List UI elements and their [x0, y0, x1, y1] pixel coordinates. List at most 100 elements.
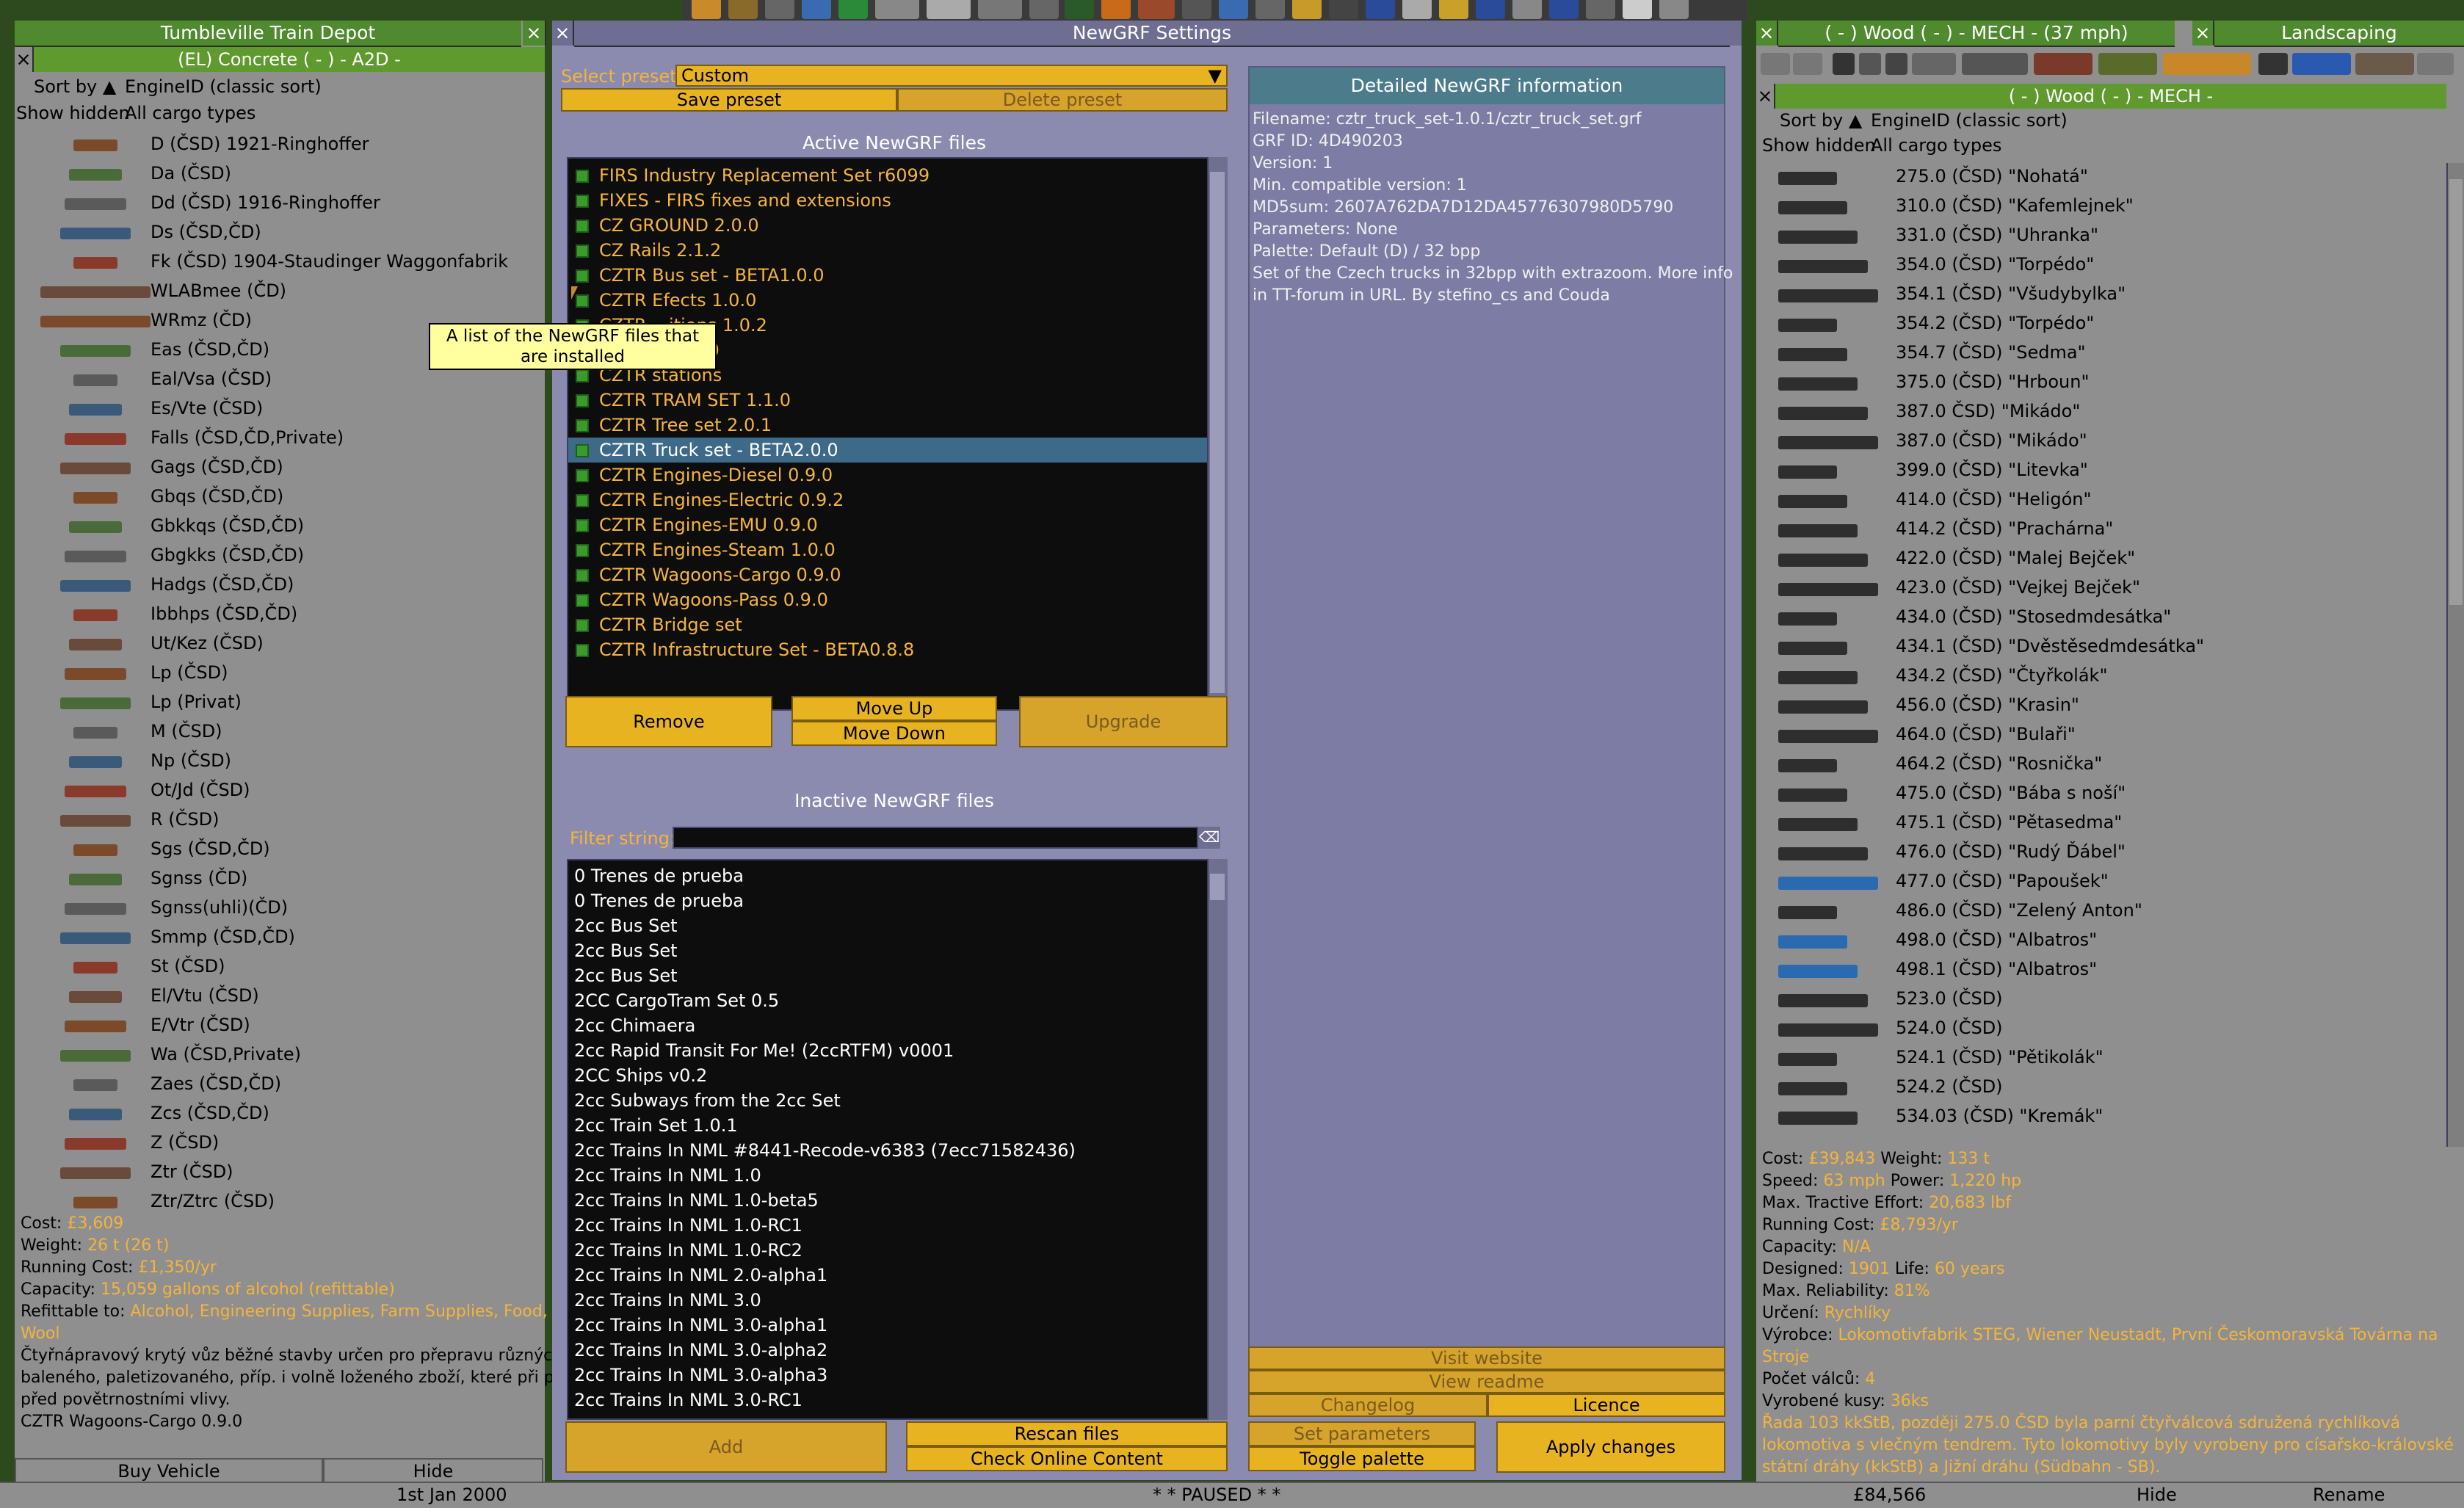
- depot-vehicle-row[interactable]: Ut/Kez (ČSD): [15, 630, 545, 659]
- depot-title[interactable]: Tumbleville Train Depot: [15, 21, 521, 47]
- engine-row[interactable]: 354.0 (ČSD) "Torpédo": [1756, 251, 2446, 280]
- depot-vehicle-row[interactable]: R (ČSD): [15, 806, 545, 835]
- depot-vehicle-row[interactable]: Gbgkks (ČSD,ČD): [15, 542, 545, 571]
- status-hide-button[interactable]: Hide: [2137, 1485, 2177, 1505]
- active-grf-item[interactable]: CZ GROUND 2.0.0: [568, 213, 1211, 238]
- depot-vehicle-row[interactable]: Sgnss(uhli)(ČD): [15, 894, 545, 924]
- move-up-button[interactable]: Move Up: [791, 696, 997, 721]
- engine-row[interactable]: 354.1 (ČSD) "Všudybylka": [1756, 280, 2446, 310]
- active-grf-item[interactable]: CZTR Engines-Diesel 0.9.0: [568, 463, 1211, 487]
- toolbar-icon[interactable]: [765, 0, 794, 19]
- engine-show-hidden[interactable]: Show hidden: [1762, 135, 1876, 156]
- active-grf-item[interactable]: CZTR Engines-EMU 0.9.0: [568, 512, 1211, 537]
- engine-row[interactable]: 476.0 (ČSD) "Rudý Ďábel": [1756, 838, 2446, 868]
- engine-row[interactable]: 524.1 (ČSD) "Pětikolák": [1756, 1044, 2446, 1073]
- tool-icon[interactable]: [1885, 53, 1907, 75]
- tool-icon[interactable]: [1962, 53, 2028, 75]
- view-readme-button[interactable]: View readme: [1248, 1370, 1725, 1393]
- toolbar-icon[interactable]: [1366, 0, 1395, 19]
- depot-vehicle-row[interactable]: Wa (ČSD,Private): [15, 1041, 545, 1070]
- toolbar-icon[interactable]: [1439, 0, 1468, 19]
- inactive-grf-item[interactable]: 2cc Trains In NML 1.0-RC1: [574, 1213, 802, 1238]
- engine-title[interactable]: ( - ) Wood ( - ) - MECH - (37 mph): [1778, 21, 2175, 47]
- inactive-grf-item[interactable]: 2cc Trains In NML 2.0-alpha1: [574, 1263, 827, 1288]
- depot-vehicle-row[interactable]: Zcs (ČSD,ČD): [15, 1100, 545, 1129]
- scrollbar-thumb[interactable]: [1210, 874, 1225, 900]
- toolbar-icon[interactable]: [802, 0, 831, 19]
- engine-row[interactable]: 275.0 (ČSD) "Nohatá": [1756, 163, 2446, 192]
- buy-vehicle-button[interactable]: Buy Vehicle: [15, 1458, 323, 1485]
- depot-vehicle-row[interactable]: Falls (ČSD,ČD,Private): [15, 424, 545, 454]
- depot-vehicle-row[interactable]: Sgs (ČSD,ČD): [15, 835, 545, 865]
- inactive-grf-item[interactable]: 2cc Bus Set: [574, 963, 678, 988]
- inactive-grf-item[interactable]: 2cc Bus Set: [574, 938, 678, 963]
- depot-vehicle-row[interactable]: Smmp (ČSD,ČD): [15, 924, 545, 953]
- engine-list-close-icon[interactable]: ×: [1756, 84, 1775, 109]
- engine-row[interactable]: 475.0 (ČSD) "Bába s noší": [1756, 780, 2446, 809]
- inactive-scrollbar[interactable]: [1207, 859, 1228, 1420]
- depot-vehicle-row[interactable]: Eal/Vsa (ČSD): [15, 366, 545, 395]
- inactive-grf-item[interactable]: 2cc Trains In NML 1.0: [574, 1163, 761, 1188]
- depot-vehicle-row[interactable]: E/Vtr (ČSD): [15, 1012, 545, 1041]
- changelog-button[interactable]: Changelog: [1248, 1393, 1488, 1417]
- active-scrollbar[interactable]: [1207, 157, 1228, 711]
- active-grf-item[interactable]: CZTR Wagoons-Pass 0.9.0: [568, 587, 1211, 612]
- engine-row[interactable]: 434.2 (ČSD) "Čtyřkolák": [1756, 662, 2446, 692]
- active-grf-item[interactable]: CZTR Engines-Electric 0.9.2: [568, 487, 1211, 512]
- inactive-grf-item[interactable]: 2cc Trains In NML 1.0-beta5: [574, 1188, 819, 1213]
- depot-cargo-filter[interactable]: All cargo types: [125, 103, 256, 123]
- depot-vehicle-row[interactable]: Ztr/Ztrc (ČSD): [15, 1188, 545, 1217]
- active-grf-item[interactable]: FIRS Industry Replacement Set r6099: [568, 163, 1211, 188]
- depot-sort-dropdown[interactable]: EngineID (classic sort): [125, 76, 322, 97]
- engine-row[interactable]: 456.0 (ČSD) "Krasin": [1756, 692, 2446, 721]
- active-grf-item[interactable]: FIXES - FIRS fixes and extensions: [568, 188, 1211, 213]
- depot-vehicle-row[interactable]: Gags (ČSD,ČD): [15, 454, 545, 483]
- add-button[interactable]: Add: [565, 1421, 887, 1473]
- inactive-list[interactable]: 0 Trenes de prueba 0 Trenes de prueba 2cc …: [567, 859, 1216, 1420]
- engine-sort-label[interactable]: Sort by ▲: [1780, 110, 1862, 131]
- licence-button[interactable]: Licence: [1488, 1393, 1725, 1417]
- engine-row[interactable]: 434.0 (ČSD) "Stosedmdesátka": [1756, 603, 2446, 633]
- inactive-grf-item[interactable]: 2cc Train Set 1.0.1: [574, 1113, 738, 1138]
- engine-cargo-filter[interactable]: All cargo types: [1871, 135, 2001, 156]
- inactive-grf-item[interactable]: 2CC CargoTram Set 0.5: [574, 988, 779, 1013]
- depot-vehicle-row[interactable]: M (ČSD): [15, 718, 545, 747]
- toolbar-icon[interactable]: [1292, 0, 1322, 19]
- engine-row[interactable]: 464.2 (ČSD) "Rosnička": [1756, 750, 2446, 780]
- toolbar-icon[interactable]: [1659, 0, 1689, 19]
- toolbar-icon[interactable]: [1402, 0, 1432, 19]
- depot-vehicle-row[interactable]: Gbqs (ČSD,ČD): [15, 483, 545, 512]
- toolbar-icon[interactable]: [1138, 0, 1175, 19]
- depot-vehicle-row[interactable]: Np (ČSD): [15, 747, 545, 777]
- engine-row[interactable]: 423.0 (ČSD) "Vejkej Bejček": [1756, 574, 2446, 603]
- inactive-grf-item[interactable]: 2cc Trains In NML 3.0-RC1: [574, 1388, 802, 1413]
- scrollbar-thumb[interactable]: [2449, 179, 2463, 605]
- engine-row[interactable]: 399.0 (ČSD) "Litevka": [1756, 457, 2446, 486]
- move-down-button[interactable]: Move Down: [791, 721, 997, 746]
- engine-row[interactable]: 498.1 (ČSD) "Albatros": [1756, 956, 2446, 985]
- active-grf-item[interactable]: CZTR Efects 1.0.0: [568, 288, 1211, 313]
- active-grf-item[interactable]: CZTR Truck set - BETA2.0.0: [568, 438, 1211, 463]
- tool-icon[interactable]: [1912, 53, 1956, 75]
- toolbar-icon[interactable]: [1329, 0, 1358, 19]
- engine-row[interactable]: 486.0 (ČSD) "Zelený Anton": [1756, 897, 2446, 927]
- engine-row[interactable]: 387.0 ČSD) "Mikádo": [1756, 398, 2446, 427]
- engine-row[interactable]: 475.1 (ČSD) "Pětasedma": [1756, 809, 2446, 838]
- active-grf-item[interactable]: CZTR Bridge set: [568, 612, 1211, 637]
- engine-row[interactable]: 354.2 (ČSD) "Torpédo": [1756, 310, 2446, 339]
- depot-close-icon[interactable]: ×: [15, 47, 34, 72]
- inactive-grf-item[interactable]: 2cc Trains In NML 3.0-alpha3: [574, 1363, 827, 1388]
- active-grf-item[interactable]: CZ Rails 2.1.2: [568, 238, 1211, 263]
- engine-row[interactable]: 434.1 (ČSD) "Dvěstěsedmdesátka": [1756, 633, 2446, 662]
- engine-row[interactable]: 464.0 (ČSD) "Bulaři": [1756, 721, 2446, 750]
- engine-scrollbar[interactable]: [2446, 163, 2464, 1147]
- inactive-grf-item[interactable]: 2cc Bus Set: [574, 913, 678, 938]
- tool-icon[interactable]: [2098, 53, 2157, 75]
- toolbar-icon[interactable]: [1586, 0, 1615, 19]
- inactive-grf-item[interactable]: 2cc Trains In NML 3.0-alpha2: [574, 1338, 827, 1363]
- toolbar-icon[interactable]: [1623, 0, 1652, 19]
- active-grf-item[interactable]: CZTR Engines-Steam 1.0.0: [568, 537, 1211, 562]
- depot-vehicle-list[interactable]: D (ČSD) 1921-Ringhoffer Da (ČSD) Dd (ČSD) …: [15, 131, 545, 1232]
- toolbar-icon[interactable]: [1219, 0, 1248, 19]
- tool-icon[interactable]: [1859, 53, 1881, 75]
